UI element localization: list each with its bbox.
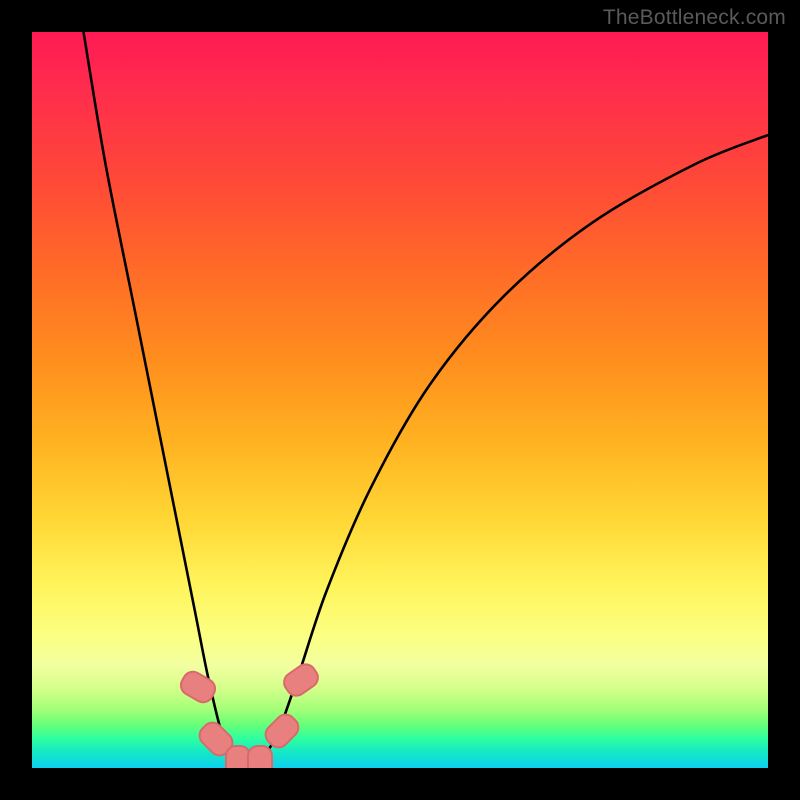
curve-marker <box>247 745 273 768</box>
bottleneck-curve <box>32 32 768 768</box>
watermark-text: TheBottleneck.com <box>603 6 786 30</box>
plot-area <box>32 32 768 768</box>
chart-frame: TheBottleneck.com <box>0 0 800 800</box>
